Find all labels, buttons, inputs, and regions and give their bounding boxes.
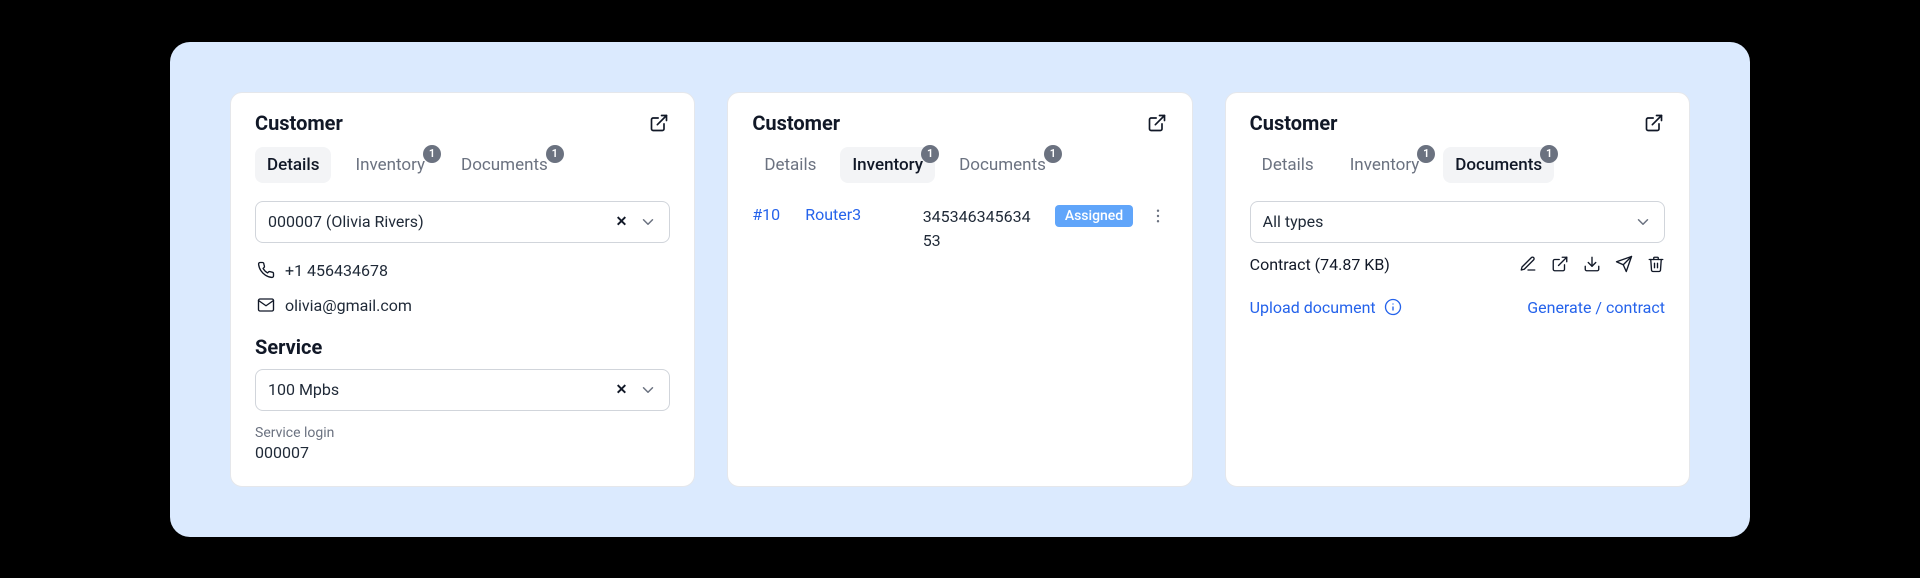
generate-label: Generate / contract [1527,298,1665,317]
external-link-icon[interactable] [1643,112,1665,134]
tab-label: Details [1262,155,1314,175]
tab-documents[interactable]: Documents1 [947,147,1058,183]
external-link-icon[interactable] [1146,112,1168,134]
document-type-filter[interactable]: All types [1250,201,1665,243]
email-row: olivia@gmail.com [255,288,670,323]
tab-badge: 1 [921,145,939,163]
tabs: Details Inventory1 Documents1 [1250,147,1665,183]
service-login-label: Service login [255,425,670,441]
send-icon[interactable] [1615,255,1633,273]
delete-icon[interactable] [1647,255,1665,273]
service-select[interactable]: 100 Mpbs ✕ [255,369,670,411]
clear-icon[interactable]: ✕ [612,382,632,398]
open-icon[interactable] [1551,255,1569,273]
card-header: Customer [752,111,1167,135]
tab-details[interactable]: Details [1250,147,1326,183]
chevron-down-icon[interactable] [1634,213,1652,231]
upload-label: Upload document [1250,298,1376,317]
phone-value: +1 456434678 [285,261,388,280]
customer-select-value: 000007 (Olivia Rivers) [268,212,604,231]
document-footer: Upload document Generate / contract [1250,298,1665,317]
mail-icon [257,296,275,314]
customer-card-details: Customer Details Inventory1 Documents1 0… [230,92,695,487]
card-title: Customer [1250,111,1338,135]
inventory-serial: 34534634563453 [923,205,1039,253]
tab-label: Inventory [355,155,425,175]
download-icon[interactable] [1583,255,1601,273]
email-value: olivia@gmail.com [285,296,412,315]
tab-label: Details [267,155,319,175]
service-select-value: 100 Mpbs [268,380,604,399]
inventory-row: #10 Router3 34534634563453 Assigned [752,201,1167,257]
chevron-down-icon[interactable] [639,213,657,231]
card-header: Customer [255,111,670,135]
upload-document-link[interactable]: Upload document [1250,298,1402,317]
clear-icon[interactable]: ✕ [612,214,632,230]
tab-badge: 1 [1044,145,1062,163]
tab-documents[interactable]: Documents1 [449,147,560,183]
status-badge: Assigned [1055,205,1133,227]
document-name: Contract (74.87 KB) [1250,255,1390,274]
document-row: Contract (74.87 KB) [1250,243,1665,278]
service-login-value: 000007 [255,443,670,462]
tab-badge: 1 [546,145,564,163]
customer-card-documents: Customer Details Inventory1 Documents1 A… [1225,92,1690,487]
tab-label: Inventory [1350,155,1420,175]
external-link-icon[interactable] [648,112,670,134]
phone-icon [257,261,275,279]
tab-details[interactable]: Details [255,147,331,183]
tab-badge: 1 [1417,145,1435,163]
tab-label: Details [764,155,816,175]
inventory-id-link[interactable]: #10 [752,205,789,224]
card-header: Customer [1250,111,1665,135]
customer-select[interactable]: 000007 (Olivia Rivers) ✕ [255,201,670,243]
tab-badge: 1 [423,145,441,163]
tab-inventory[interactable]: Inventory1 [840,147,935,183]
tab-label: Documents [461,155,548,175]
tab-inventory[interactable]: Inventory1 [1338,147,1432,183]
chevron-down-icon[interactable] [639,381,657,399]
tab-label: Inventory [852,155,923,175]
phone-row: +1 456434678 [255,253,670,288]
info-icon [1384,298,1402,316]
document-actions [1519,255,1665,273]
edit-icon[interactable] [1519,255,1537,273]
generate-contract-link[interactable]: Generate / contract [1527,298,1665,317]
inventory-name-link[interactable]: Router3 [805,205,906,224]
tabs: Details Inventory1 Documents1 [255,147,670,183]
customer-card-inventory: Customer Details Inventory1 Documents1 #… [727,92,1192,487]
tab-documents[interactable]: Documents1 [1443,147,1554,183]
document-type-value: All types [1263,212,1626,231]
tab-label: Documents [1455,155,1542,175]
tab-inventory[interactable]: Inventory1 [343,147,437,183]
tab-badge: 1 [1540,145,1558,163]
tabs: Details Inventory1 Documents1 [752,147,1167,183]
more-icon[interactable] [1149,205,1167,225]
service-heading: Service [255,335,670,359]
card-title: Customer [255,111,343,135]
card-title: Customer [752,111,840,135]
tab-details[interactable]: Details [752,147,828,183]
tab-label: Documents [959,155,1046,175]
